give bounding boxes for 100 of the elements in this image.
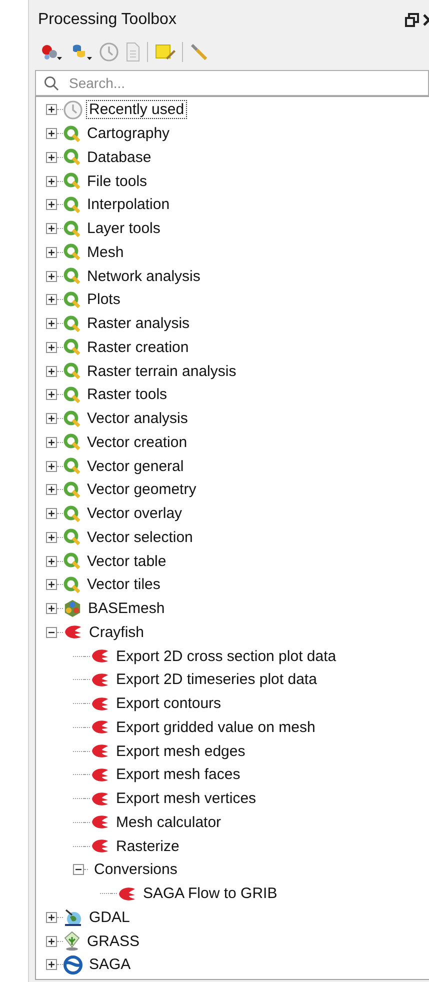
- saga-logo-icon: [63, 954, 83, 975]
- qgis-icon: [63, 504, 81, 523]
- tree-item[interactable]: SAGA: [86, 955, 134, 974]
- tree-item[interactable]: Vector geometry: [84, 480, 200, 500]
- tree-item[interactable]: Export gridded value on mesh: [113, 718, 318, 737]
- tree-item[interactable]: Vector analysis: [84, 409, 191, 428]
- expand-icon[interactable]: [46, 413, 57, 424]
- claw-icon: [117, 886, 137, 901]
- claw-icon: [90, 696, 110, 711]
- tree-item[interactable]: Vector creation: [84, 432, 190, 452]
- qgis-icon: [63, 338, 81, 356]
- tree-item[interactable]: Mesh calculator: [113, 812, 224, 832]
- expand-icon[interactable]: [46, 199, 57, 210]
- expand-icon[interactable]: [46, 223, 57, 234]
- tree-item[interactable]: Mesh: [84, 242, 127, 262]
- expand-icon[interactable]: [46, 936, 57, 947]
- expand-icon[interactable]: [46, 556, 57, 567]
- hexagon-icon: [63, 599, 82, 618]
- claw-icon: [90, 768, 110, 782]
- expand-icon[interactable]: [46, 176, 57, 187]
- tree-item[interactable]: GDAL: [86, 908, 133, 927]
- qgis-icon: [63, 314, 81, 333]
- grass-icon: [63, 931, 81, 952]
- expand-icon[interactable]: [46, 366, 57, 377]
- tree-item[interactable]: Network analysis: [84, 266, 204, 286]
- claw-icon: [90, 815, 110, 830]
- expand-icon[interactable]: [46, 389, 57, 400]
- gears-icon[interactable]: [39, 42, 63, 62]
- qgis-icon: [63, 433, 81, 452]
- tree-item[interactable]: GRASS: [84, 932, 143, 951]
- tree-item[interactable]: Conversions: [91, 860, 180, 880]
- tree-item[interactable]: SAGA Flow to GRIB: [140, 884, 280, 904]
- tree-item[interactable]: Crayfish: [86, 622, 148, 642]
- claw-icon: [90, 720, 110, 734]
- tree-item[interactable]: Cartography: [84, 124, 173, 144]
- tree-item[interactable]: Vector general: [84, 456, 187, 476]
- tree-item[interactable]: Layer tools: [84, 219, 164, 238]
- expand-icon[interactable]: [46, 270, 57, 282]
- note-edit-icon[interactable]: [154, 42, 176, 62]
- expand-icon[interactable]: [46, 152, 57, 163]
- qgis-icon: [63, 410, 81, 428]
- tree-item[interactable]: Raster analysis: [84, 314, 193, 334]
- claw-icon: [90, 672, 110, 687]
- qgis-icon: [63, 480, 81, 499]
- expand-icon[interactable]: [46, 912, 57, 923]
- tree-item[interactable]: Raster tools: [84, 385, 170, 404]
- claw-icon: [90, 744, 110, 758]
- tree-item[interactable]: Vector selection: [84, 528, 196, 547]
- expand-icon[interactable]: [46, 436, 57, 448]
- search-box[interactable]: Search...: [35, 70, 429, 96]
- tree-item[interactable]: Recently used: [86, 100, 188, 120]
- search-field[interactable]: Search...: [67, 74, 428, 92]
- tree-item[interactable]: Export mesh edges: [113, 742, 248, 761]
- tree-item[interactable]: Vector table: [84, 552, 170, 571]
- qgis-icon: [63, 362, 81, 380]
- claw-icon: [90, 792, 110, 806]
- tree-item[interactable]: BASEmesh: [85, 599, 168, 618]
- qgis-icon: [63, 243, 81, 262]
- expand-icon[interactable]: [46, 959, 57, 970]
- tree-item[interactable]: Export 2D timeseries plot data: [113, 670, 320, 690]
- expand-icon[interactable]: [46, 508, 57, 520]
- expand-icon[interactable]: [46, 128, 57, 140]
- tree-item[interactable]: Raster terrain analysis: [84, 362, 240, 381]
- panel-title: Processing Toolbox: [38, 11, 176, 29]
- qgis-icon: [63, 220, 81, 238]
- qgis-icon: [63, 124, 81, 143]
- expand-icon[interactable]: [46, 294, 57, 306]
- tree-item[interactable]: Export mesh faces: [113, 765, 244, 784]
- tree-item[interactable]: Export 2D cross section plot data: [113, 646, 340, 666]
- tree-item[interactable]: Vector tiles: [84, 575, 164, 594]
- tree-item[interactable]: Interpolation: [84, 195, 173, 214]
- collapse-icon[interactable]: [73, 864, 84, 876]
- qgis-icon: [63, 172, 81, 190]
- float-icon[interactable]: [405, 13, 419, 27]
- tree-item[interactable]: Export contours: [113, 694, 224, 714]
- tree-item[interactable]: Export mesh vertices: [113, 789, 260, 808]
- search-icon: [44, 76, 59, 90]
- collapse-icon[interactable]: [46, 626, 57, 638]
- qgis-icon: [63, 148, 81, 166]
- expand-icon[interactable]: [46, 318, 57, 330]
- expand-icon[interactable]: [46, 104, 57, 116]
- wrench-icon[interactable]: [189, 42, 209, 62]
- qgis-icon: [63, 386, 81, 404]
- claw-icon: [63, 625, 83, 640]
- qgis-icon: [63, 196, 81, 214]
- qgis-icon: [63, 290, 81, 309]
- tree-item[interactable]: Vector overlay: [84, 504, 186, 524]
- expand-icon[interactable]: [46, 603, 57, 614]
- tree-item[interactable]: Rasterize: [113, 836, 182, 856]
- expand-icon[interactable]: [46, 246, 57, 258]
- expand-icon[interactable]: [46, 579, 57, 590]
- expand-icon[interactable]: [46, 342, 57, 353]
- tree-item[interactable]: Plots: [84, 290, 124, 310]
- tree-item[interactable]: Raster creation: [84, 338, 192, 357]
- qgis-icon: [63, 457, 81, 476]
- expand-icon[interactable]: [46, 532, 57, 543]
- expand-icon[interactable]: [46, 460, 57, 472]
- tree-item[interactable]: Database: [84, 148, 154, 167]
- expand-icon[interactable]: [46, 484, 57, 496]
- tree-item[interactable]: File tools: [84, 172, 150, 191]
